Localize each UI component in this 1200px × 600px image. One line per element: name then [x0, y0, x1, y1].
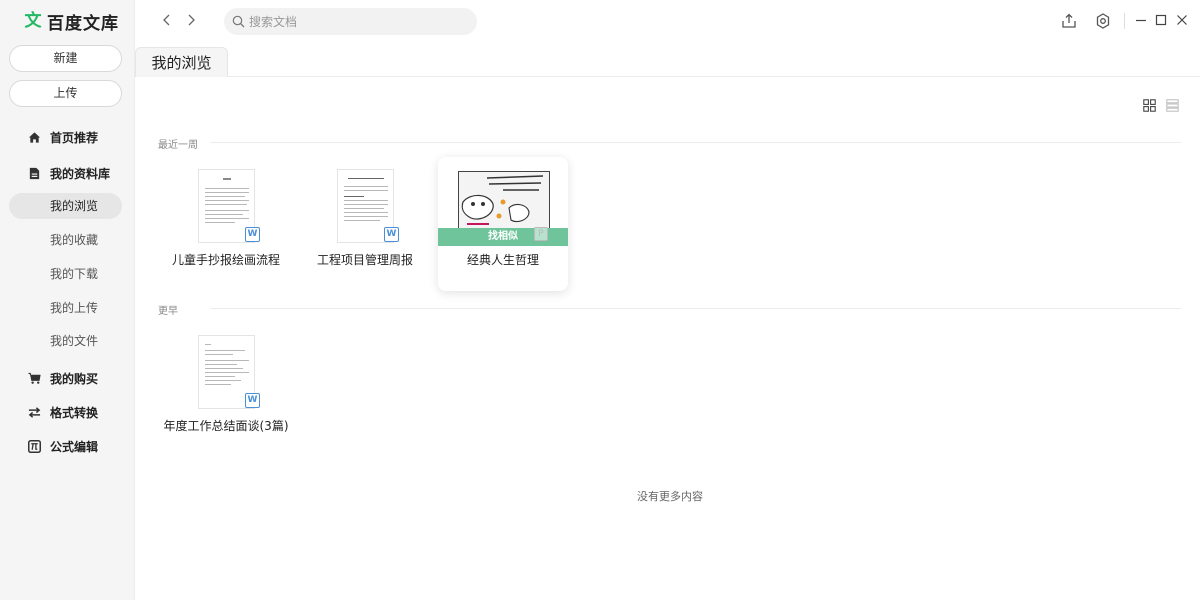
app-name: 百度文库	[47, 13, 119, 34]
section-divider	[210, 308, 1181, 309]
forward-icon[interactable]	[184, 13, 198, 27]
minimize-icon[interactable]	[1135, 14, 1147, 26]
doc-card[interactable]: W 儿童手抄报绘画流程	[161, 157, 291, 291]
file-folder-icon	[29, 167, 40, 179]
sidebar-item-home[interactable]: 首页推荐	[28, 128, 98, 146]
app-logo[interactable]: 文 百度文库	[24, 10, 119, 34]
sidebar-item-uploads[interactable]: 我的上传	[9, 295, 122, 321]
doc-card[interactable]: W 工程项目管理周报	[300, 157, 430, 291]
maximize-icon[interactable]	[1155, 14, 1167, 26]
no-more-content: 没有更多内容	[637, 490, 703, 503]
home-icon	[28, 131, 41, 143]
sidebar-item-label: 我的资料库	[50, 166, 111, 181]
sidebar-item-formula[interactable]: 公式编辑	[28, 437, 98, 455]
cart-icon	[28, 372, 41, 384]
list-view-icon[interactable]	[1166, 99, 1179, 112]
doc-thumbnail: W	[198, 169, 260, 243]
formula-icon	[28, 439, 41, 453]
sidebar-item-favorites[interactable]: 我的收藏	[9, 227, 122, 253]
doc-image-thumbnail	[458, 171, 550, 233]
sidebar-item-label: 首页推荐	[50, 130, 99, 145]
section-label-recent-week: 最近一周	[158, 140, 198, 151]
word-doc-icon: W	[384, 227, 399, 242]
sidebar-item-browsing[interactable]: 我的浏览	[9, 193, 122, 219]
doc-thumbnail: W	[198, 335, 260, 409]
search-icon	[232, 15, 245, 28]
sidebar-item-purchases[interactable]: 我的购买	[28, 369, 98, 387]
search-box[interactable]	[224, 8, 477, 35]
doc-title: 经典人生哲理	[466, 253, 539, 267]
wenku-logo-icon: 文	[24, 11, 42, 31]
sidebar-item-files[interactable]: 我的文件	[9, 328, 122, 354]
grid-view-icon[interactable]	[1143, 99, 1156, 112]
doc-card[interactable]: 找相似 P 经典人生哲理	[438, 157, 568, 291]
close-icon[interactable]	[1176, 14, 1188, 26]
find-similar-button[interactable]: 找相似	[438, 228, 568, 246]
ppt-doc-icon: P	[534, 227, 548, 241]
sidebar-item-convert[interactable]: 格式转换	[28, 403, 98, 421]
search-input[interactable]	[249, 14, 477, 29]
upload-button[interactable]: 上传	[9, 80, 122, 107]
tab-my-browsing[interactable]: 我的浏览	[135, 47, 228, 77]
back-icon[interactable]	[160, 13, 174, 27]
sidebar-item-downloads[interactable]: 我的下载	[9, 261, 122, 287]
section-label-earlier: 更早	[158, 306, 178, 317]
sidebar-item-label: 公式编辑	[50, 439, 99, 454]
sidebar-item-label: 我的购买	[50, 371, 99, 386]
sidebar-item-library[interactable]: 我的资料库	[28, 164, 110, 182]
section-divider	[210, 142, 1181, 143]
sidebar-item-label: 格式转换	[50, 405, 99, 420]
sidebar: 文 百度文库 新建 上传 首页推荐 我的资料库 我的浏览 我的收藏 我的下载 我…	[0, 0, 135, 600]
doc-title: 年度工作总结面谈(3篇)	[163, 419, 289, 433]
swap-icon	[28, 406, 41, 418]
word-doc-icon: W	[245, 393, 260, 408]
doc-thumbnail: W	[337, 169, 399, 243]
new-button[interactable]: 新建	[9, 45, 122, 72]
settings-gear-icon[interactable]	[1095, 13, 1111, 29]
share-upload-icon[interactable]	[1061, 13, 1077, 29]
tab-underline	[228, 76, 1200, 77]
word-doc-icon: W	[245, 227, 260, 242]
toolbar-divider	[1124, 13, 1125, 29]
doc-card[interactable]: W 年度工作总结面谈(3篇)	[161, 323, 291, 457]
